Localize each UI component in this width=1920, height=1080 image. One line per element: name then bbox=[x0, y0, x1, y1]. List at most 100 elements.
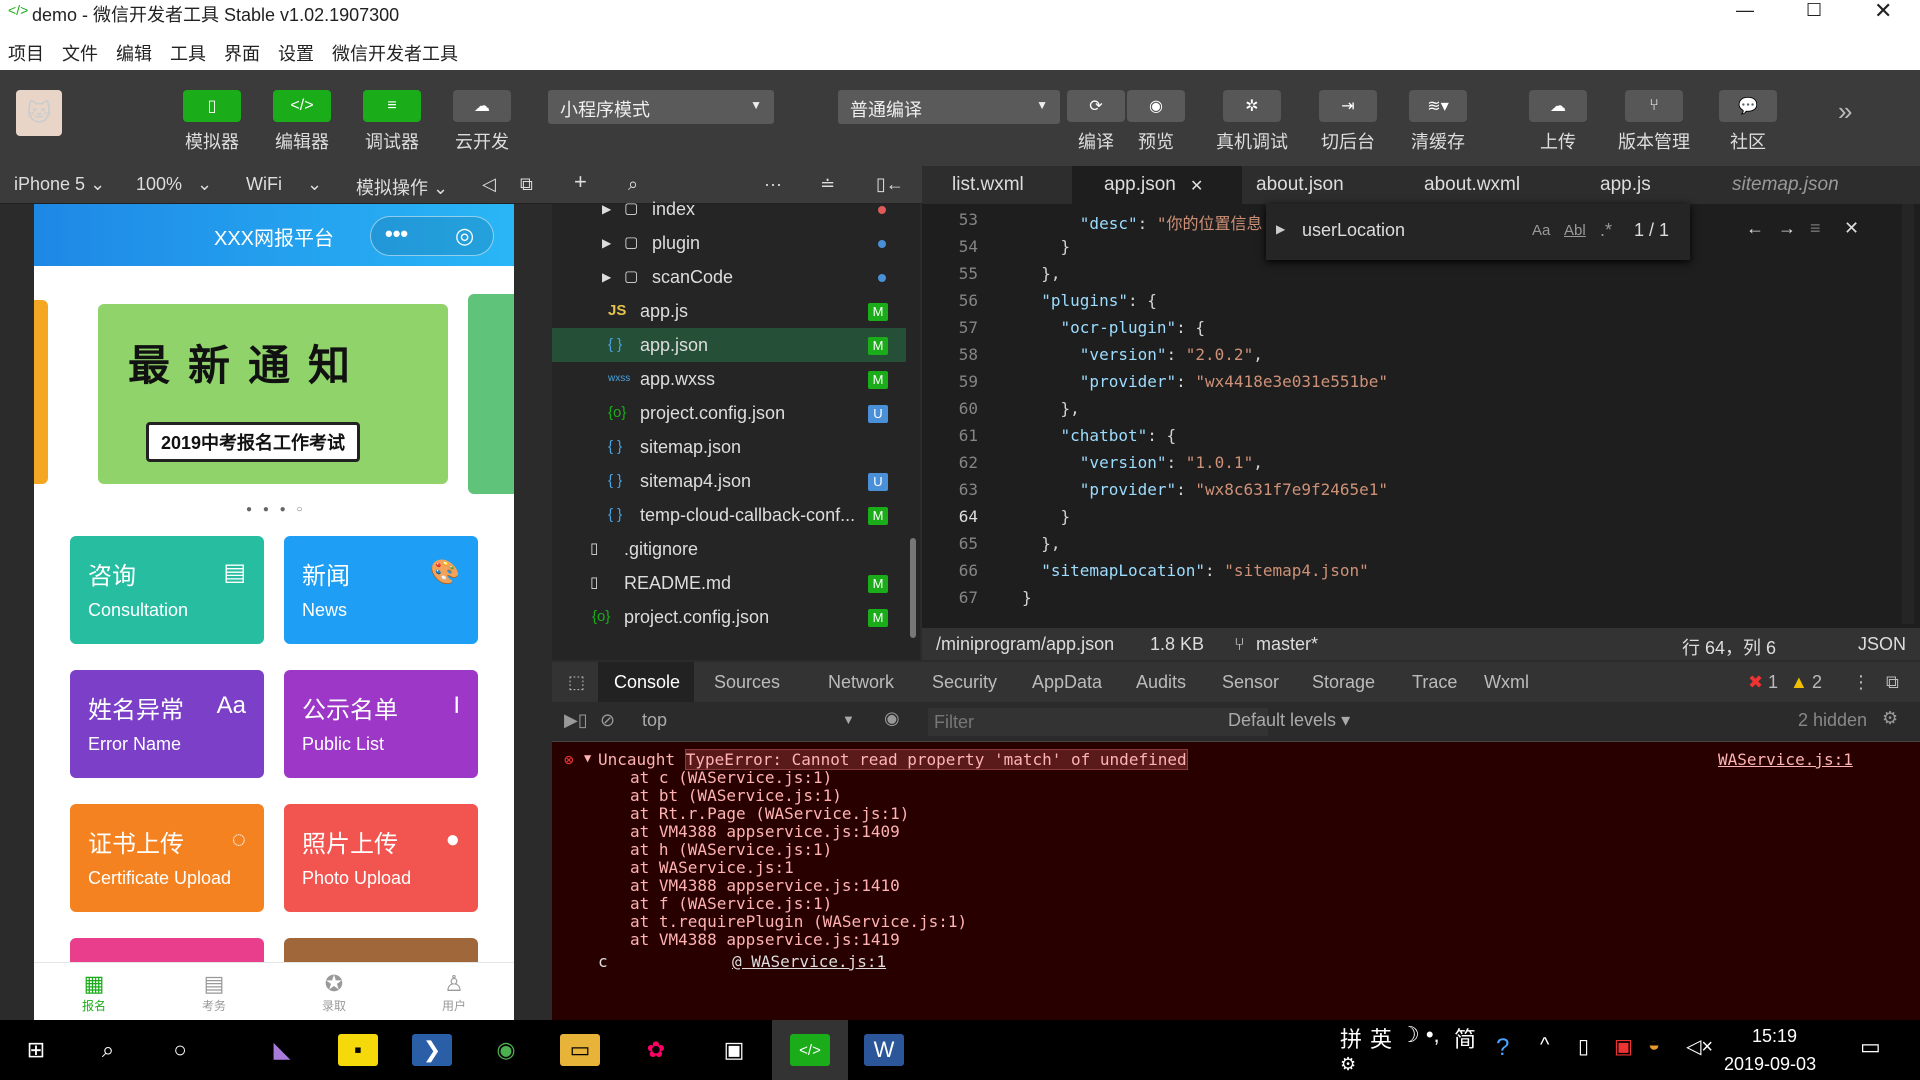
tab-admission[interactable]: ✪ 录取 bbox=[304, 971, 364, 1014]
volume-icon[interactable]: ◁ bbox=[482, 174, 496, 195]
tab-audits[interactable]: Audits bbox=[1136, 672, 1186, 693]
tree-item[interactable]: {o} project.config.json U bbox=[552, 396, 906, 430]
git-branch[interactable]: master* bbox=[1256, 634, 1318, 655]
tab-sources[interactable]: Sources bbox=[714, 672, 780, 693]
sticky-notes-icon[interactable]: ▪ bbox=[338, 1034, 378, 1066]
close-find-icon[interactable]: ✕ bbox=[1844, 218, 1859, 239]
cloud-dev-button[interactable]: ☁ 云开发 bbox=[442, 90, 522, 154]
gear-icon[interactable]: ⚙ bbox=[1882, 708, 1898, 729]
detach-icon[interactable]: ⧉ bbox=[520, 174, 533, 195]
editor-scrollbar[interactable] bbox=[1902, 204, 1914, 624]
find-selection-icon[interactable]: ≡ bbox=[1810, 218, 1821, 239]
ime-charset[interactable]: 简 bbox=[1454, 1022, 1476, 1054]
tab-signup[interactable]: ▦ 报名 bbox=[64, 971, 124, 1014]
more-dots-icon[interactable]: ••• bbox=[385, 221, 408, 247]
expand-replace-icon[interactable]: ▶ bbox=[1276, 222, 1285, 236]
stack-frame[interactable]: at VM4388 appservice.js:1410 bbox=[630, 876, 900, 895]
remote-debug-button[interactable]: ✲ 真机调试 bbox=[1212, 90, 1292, 154]
menu-interface[interactable]: 界面 bbox=[224, 40, 260, 66]
stack-frame[interactable]: at c (WAService.js:1) bbox=[630, 768, 832, 787]
stack-frame[interactable]: at VM4388 appservice.js:1409 bbox=[630, 822, 900, 841]
tree-item[interactable]: ▶ ▢ index bbox=[552, 192, 906, 226]
avatar[interactable]: 🐱 bbox=[16, 90, 62, 136]
next-match-icon[interactable]: → bbox=[1778, 218, 1796, 239]
version-button[interactable]: ⑂ 版本管理 bbox=[1614, 90, 1694, 154]
zoom-select[interactable]: 100% ⌄ bbox=[136, 174, 212, 195]
ime-mode-icon[interactable]: 拼 bbox=[1340, 1022, 1362, 1054]
word-icon[interactable]: W bbox=[864, 1034, 904, 1066]
tab-sitemap-json[interactable]: sitemap.json bbox=[1732, 174, 1839, 196]
sim-ops-select[interactable]: 模拟操作 ⌄ bbox=[356, 174, 448, 200]
filter-input[interactable]: Filter bbox=[928, 708, 1268, 736]
sidebar-toggle-icon[interactable]: ▶▯ bbox=[564, 710, 588, 731]
device-select[interactable]: iPhone 5 ⌄ bbox=[14, 174, 105, 195]
regex-icon[interactable]: .* bbox=[1600, 220, 1612, 241]
language-mode[interactable]: JSON bbox=[1858, 634, 1906, 655]
stack-frame[interactable]: at h (WAService.js:1) bbox=[630, 840, 832, 859]
simulator-button[interactable]: ▯ 模拟器 bbox=[172, 90, 252, 154]
tab-appdata[interactable]: AppData bbox=[1032, 672, 1102, 693]
clear-console-icon[interactable]: ⊘ bbox=[600, 710, 615, 731]
menu-settings[interactable]: 设置 bbox=[278, 40, 314, 66]
menu-project[interactable]: 项目 bbox=[8, 40, 44, 66]
tab-storage[interactable]: Storage bbox=[1312, 672, 1375, 693]
clock-time[interactable]: 15:19 bbox=[1752, 1026, 1797, 1047]
tree-item[interactable]: wxss app.wxss M bbox=[552, 362, 906, 396]
tab-trace[interactable]: Trace bbox=[1412, 672, 1457, 693]
menu-devtools[interactable]: 微信开发者工具 bbox=[332, 40, 458, 66]
tree-item[interactable]: JS app.js M bbox=[552, 294, 906, 328]
cortana-icon[interactable]: ○ bbox=[160, 1034, 200, 1066]
chevron-down-icon[interactable]: ▼ bbox=[842, 712, 855, 727]
more-chevron-icon[interactable]: » bbox=[1838, 96, 1852, 127]
tree-item-selected[interactable]: { } app.json M bbox=[552, 328, 906, 362]
tab-list-wxml[interactable]: list.wxml bbox=[952, 174, 1024, 196]
ime-settings-icon[interactable]: ⚙ bbox=[1340, 1054, 1356, 1075]
color-app-icon[interactable]: ✿ bbox=[636, 1034, 676, 1066]
network-warning-icon[interactable]: ▣ bbox=[1614, 1034, 1633, 1059]
kebab-menu-icon[interactable]: ⋮ bbox=[1852, 672, 1870, 693]
tree-item[interactable]: { } sitemap4.json U bbox=[552, 464, 906, 498]
help-icon[interactable]: ? bbox=[1496, 1034, 1509, 1062]
wechat-devtools-icon[interactable]: </> bbox=[790, 1034, 830, 1066]
network-select[interactable]: WiFi ⌄ bbox=[246, 174, 322, 195]
mode-select[interactable]: 小程序模式 ▼ bbox=[548, 90, 774, 124]
stack-frame[interactable]: at WAService.js:1 bbox=[630, 858, 794, 877]
tile-certificate-upload[interactable]: 证书上传 Certificate Upload ◌ bbox=[70, 804, 264, 912]
banner-notice[interactable]: 最新通知 2019中考报名工作考试 bbox=[98, 304, 448, 484]
compile-mode-select[interactable]: 普通编译 ▼ bbox=[838, 90, 1060, 124]
tab-about-json[interactable]: about.json bbox=[1256, 174, 1344, 196]
powershell-icon[interactable]: ❯ bbox=[412, 1034, 452, 1066]
notifications-icon[interactable]: ▭ bbox=[1860, 1034, 1881, 1060]
community-button[interactable]: 💬 社区 bbox=[1708, 90, 1788, 154]
inspect-icon[interactable]: ⬚ bbox=[568, 672, 585, 693]
stack-frame[interactable]: at Rt.r.Page (WAService.js:1) bbox=[630, 804, 909, 823]
close-circle-icon[interactable]: ◎ bbox=[455, 223, 474, 249]
clock-date[interactable]: 2019-09-03 bbox=[1724, 1054, 1816, 1075]
prev-match-icon[interactable]: ← bbox=[1746, 218, 1764, 239]
ime-lang[interactable]: 英 bbox=[1370, 1022, 1392, 1054]
windows-start-icon[interactable]: ⊞ bbox=[16, 1034, 56, 1066]
menu-tools[interactable]: 工具 bbox=[170, 40, 206, 66]
tree-item[interactable]: ▶ ▢ scanCode bbox=[552, 260, 906, 294]
chrome-icon[interactable]: ◉ bbox=[486, 1034, 526, 1066]
match-case-icon[interactable]: Aa bbox=[1532, 222, 1550, 239]
cursor-position[interactable]: 行 64，列 6 bbox=[1682, 634, 1776, 660]
maximize-icon[interactable]: ☐ bbox=[1806, 0, 1822, 21]
tab-security[interactable]: Security bbox=[932, 672, 997, 693]
file-explorer-icon[interactable]: ▭ bbox=[560, 1034, 600, 1066]
tab-app-js[interactable]: app.js bbox=[1600, 174, 1651, 196]
menu-file[interactable]: 文件 bbox=[62, 40, 98, 66]
menu-edit[interactable]: 编辑 bbox=[116, 40, 152, 66]
debugger-button[interactable]: ≡ 调试器 bbox=[352, 90, 432, 154]
preview-button[interactable]: ◉ 预览 bbox=[1116, 90, 1196, 154]
tab-exam[interactable]: ▤ 考务 bbox=[184, 971, 244, 1014]
error-source-link[interactable]: WAService.js:1 bbox=[1718, 750, 1853, 769]
eye-icon[interactable]: ◉ bbox=[884, 708, 900, 729]
find-input[interactable]: userLocation bbox=[1302, 220, 1405, 241]
background-button[interactable]: ⇥ 切后台 bbox=[1308, 90, 1388, 154]
tree-item[interactable]: ▶ ▢ plugin bbox=[552, 226, 906, 260]
upload-button[interactable]: ☁ 上传 bbox=[1518, 90, 1598, 154]
stack-frame[interactable]: at f (WAService.js:1) bbox=[630, 894, 832, 913]
tile-news[interactable]: 新闻 News 🎨 bbox=[284, 536, 478, 644]
minimize-icon[interactable]: — bbox=[1736, 0, 1754, 21]
